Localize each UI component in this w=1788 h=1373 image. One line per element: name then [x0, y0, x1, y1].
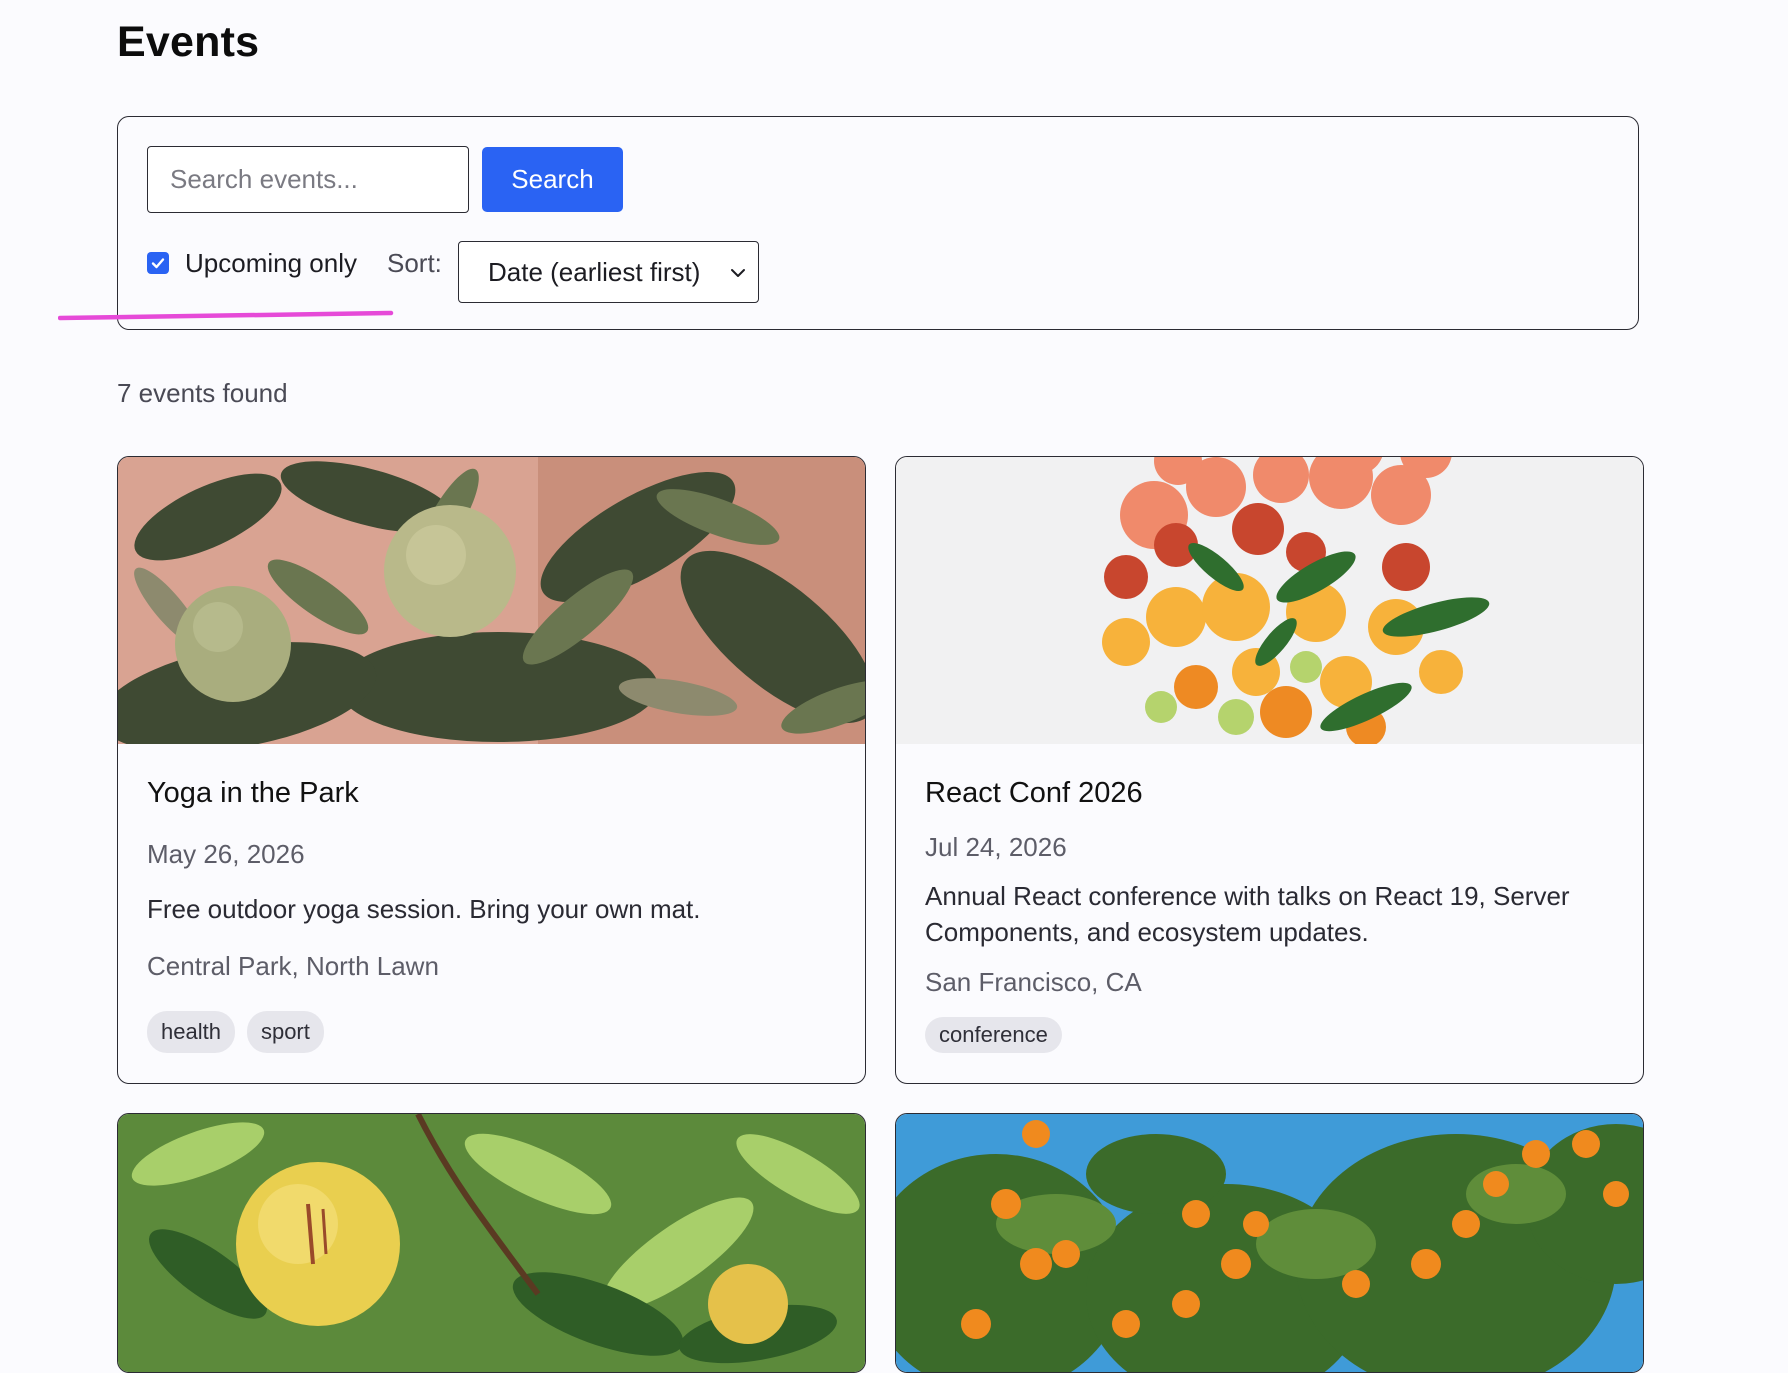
- event-image: [118, 1114, 865, 1372]
- tag-badge: conference: [925, 1017, 1062, 1053]
- sort-label: Sort:: [387, 248, 442, 278]
- chevron-down-icon: [731, 269, 745, 277]
- event-description: Annual React conference with talks on Re…: [925, 881, 1570, 947]
- upcoming-only-toggle[interactable]: Upcoming only: [147, 245, 357, 281]
- event-tags: conference: [925, 1017, 1062, 1053]
- filter-panel: Search Upcoming only Sort: Date (earlies…: [117, 116, 1639, 330]
- event-location: San Francisco, CA: [925, 967, 1142, 997]
- sliced-citrus-fruits-photo: [896, 457, 1643, 744]
- event-date: May 26, 2026: [147, 839, 305, 869]
- annotation-underline: [58, 310, 394, 321]
- yellow-grapefruit-tree-photo: [118, 1114, 865, 1372]
- event-title[interactable]: Yoga in the Park: [147, 777, 359, 810]
- search-button[interactable]: Search: [482, 147, 623, 212]
- event-title[interactable]: React Conf 2026: [925, 777, 1143, 810]
- event-card[interactable]: Yoga in the Park May 26, 2026 Free outdo…: [117, 456, 866, 1084]
- event-image: [896, 457, 1643, 744]
- event-card[interactable]: React Conf 2026 Jul 24, 2026 Annual Reac…: [895, 456, 1644, 1084]
- event-date: Jul 24, 2026: [925, 832, 1067, 862]
- tag-badge: health: [147, 1011, 235, 1053]
- event-description: Free outdoor yoga session. Bring your ow…: [147, 894, 701, 924]
- green-citrus-tree-photo: [118, 457, 865, 744]
- event-image: [896, 1114, 1643, 1372]
- tag-badge: sport: [246, 1011, 324, 1053]
- checkmark-icon: [151, 258, 165, 269]
- search-input[interactable]: [147, 146, 469, 213]
- orange-tree-blue-sky-photo: [896, 1114, 1643, 1372]
- event-card[interactable]: [117, 1113, 866, 1373]
- upcoming-only-checkbox[interactable]: [147, 252, 169, 274]
- event-image: [118, 457, 865, 744]
- results-count: 7 events found: [117, 378, 288, 408]
- event-tags: health sport: [147, 1011, 324, 1053]
- sort-select[interactable]: Date (earliest first): [458, 241, 759, 303]
- events-page: Events Search Upcoming only Sort: Date (…: [0, 0, 1788, 1373]
- event-card[interactable]: [895, 1113, 1644, 1373]
- event-location: Central Park, North Lawn: [147, 951, 439, 981]
- page-title: Events: [117, 18, 260, 66]
- upcoming-only-label[interactable]: Upcoming only: [185, 248, 357, 279]
- sort-selected-value: Date (earliest first): [488, 256, 701, 287]
